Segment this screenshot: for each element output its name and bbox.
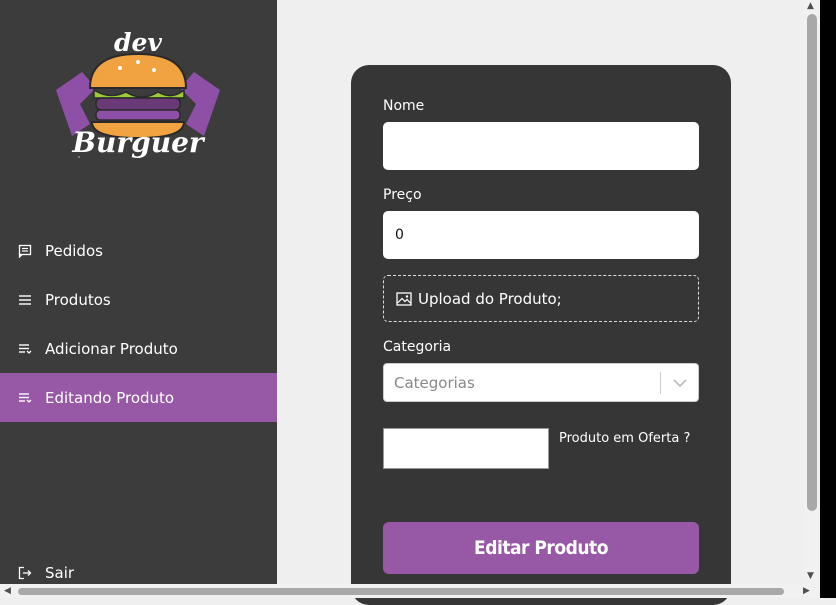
dev-burguer-logo: dev Burguer [50, 28, 226, 178]
category-label: Categoria [383, 339, 452, 355]
offer-label: Produto em Oferta ? [559, 431, 691, 446]
list-icon [19, 294, 31, 305]
logo-burguer-text: Burguer [72, 126, 204, 159]
sidebar-item-label: Pedidos [45, 241, 103, 260]
name-label: Nome [383, 98, 425, 114]
category-select[interactable]: Categorias [383, 363, 699, 402]
price-input[interactable] [383, 211, 699, 259]
scroll-down-arrow-icon[interactable]: ▼ [807, 571, 814, 581]
playlist-edit-icon [19, 392, 32, 403]
category-placeholder: Categorias [394, 373, 475, 392]
scroll-left-arrow-icon[interactable]: ◀ [4, 586, 11, 596]
logout-button[interactable]: Sair [18, 564, 74, 582]
sidebar-nav: Pedidos Produtos Adicionar Produto Edita… [0, 226, 277, 422]
window-edge [820, 0, 836, 598]
sidebar-item-label: Editando Produto [45, 388, 175, 407]
scroll-right-arrow-icon[interactable]: ▶ [803, 586, 810, 596]
scroll-up-arrow-icon[interactable]: ▲ [807, 1, 814, 11]
playlist-add-icon [19, 343, 32, 354]
edit-product-button[interactable]: Editar Produto [383, 522, 699, 574]
logo-underline-dot [78, 156, 80, 158]
logout-label: Sair [45, 564, 75, 582]
vertical-scroll-thumb[interactable] [807, 14, 817, 511]
image-icon [396, 291, 412, 306]
sidebar: dev Burguer Pedidos Produtos Adicionar P… [0, 0, 277, 584]
price-label: Preço [383, 187, 422, 203]
upload-product-field[interactable]: Upload do Produto; [383, 275, 699, 322]
chevron-down-icon[interactable] [661, 378, 698, 387]
upload-label: Upload do Produto; [418, 289, 562, 308]
sidebar-item-produtos[interactable]: Produtos [0, 275, 277, 324]
receipt-icon [18, 244, 32, 258]
logo-dev-text: dev [114, 28, 162, 57]
name-input[interactable] [383, 122, 699, 170]
sidebar-item-label: Adicionar Produto [45, 339, 178, 358]
horizontal-scroll-thumb[interactable] [18, 588, 784, 595]
sidebar-item-editando-produto[interactable]: Editando Produto [0, 373, 277, 422]
sidebar-item-adicionar-produto[interactable]: Adicionar Produto [0, 324, 277, 373]
sidebar-item-label: Produtos [45, 290, 111, 309]
logout-icon [18, 566, 32, 580]
offer-checkbox[interactable] [383, 428, 549, 469]
sidebar-item-pedidos[interactable]: Pedidos [0, 226, 277, 275]
